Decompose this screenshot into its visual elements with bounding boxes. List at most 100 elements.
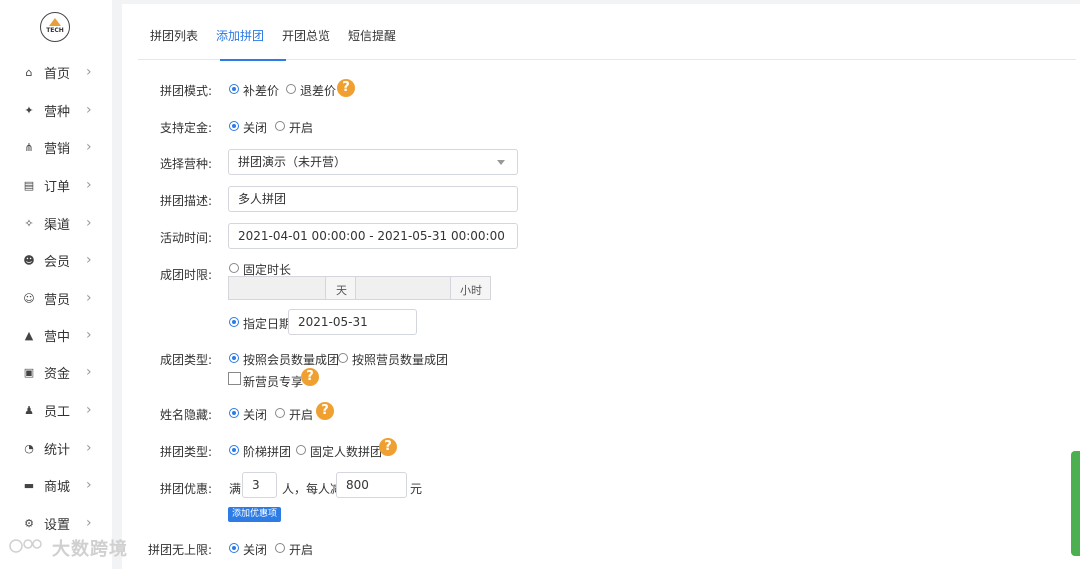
limit-date-radio[interactable] <box>229 317 239 327</box>
new-camper-label: 新营员专享 <box>243 375 304 389</box>
sidebar-item-1[interactable]: ✦ 营种 › <box>0 98 112 122</box>
sidebar-item-label: 营员 <box>44 292 71 308</box>
chevron-right-icon: › <box>86 290 92 306</box>
group-type-help-icon[interactable]: ? <box>301 368 319 386</box>
sidebar-item-9[interactable]: ♟ 员工 › <box>0 398 112 422</box>
time-label: 活动时间: <box>159 231 212 245</box>
gear-icon: ⚙ <box>24 516 34 530</box>
group-type-option-1: 按照营员数量成团 <box>352 353 449 367</box>
discount-suffix: 元 <box>410 482 423 496</box>
pt-type-radio-1[interactable] <box>296 445 306 455</box>
time-range-input[interactable]: 2021-04-01 00:00:00 - 2021-05-31 00:00:0… <box>228 223 518 249</box>
shop-icon: ▬ <box>23 478 35 492</box>
pt-type-label: 拼团类型: <box>159 445 212 459</box>
hide-name-option-1: 开启 <box>289 408 314 422</box>
active-tab-underline <box>220 59 286 61</box>
group-type-radio-0[interactable] <box>229 353 239 363</box>
tab-sms-reminder[interactable]: 短信提醒 <box>348 27 396 44</box>
deposit-radio-1[interactable] <box>275 121 285 131</box>
chevron-right-icon: › <box>86 252 92 268</box>
mode-help-icon[interactable]: ? <box>337 79 355 97</box>
clipboard-icon: ▤ <box>23 178 35 192</box>
limit-label: 成团时限: <box>159 268 212 282</box>
tab-bar: 拼团列表 添加拼团 开团总览 短信提醒 <box>138 4 1076 61</box>
chevron-right-icon: › <box>86 364 92 380</box>
sidebar-item-label: 资金 <box>44 366 71 382</box>
chevron-right-icon: › <box>86 402 92 418</box>
unlimited-option-0: 关闭 <box>243 543 268 557</box>
chevron-right-icon: › <box>86 64 92 80</box>
graduation-cap-icon: ✦ <box>24 103 34 117</box>
pie-chart-icon: ◔ <box>24 441 34 455</box>
mode-radio-1[interactable] <box>286 84 296 94</box>
sitemap-icon: ⋔ <box>24 140 34 154</box>
sidebar-item-label: 员工 <box>44 404 71 420</box>
camp-select[interactable]: 拼团演示（未开营） <box>228 149 518 175</box>
sidebar-item-4[interactable]: ✧ 渠道 › <box>0 211 112 235</box>
tab-add-group[interactable]: 添加拼团 <box>216 27 264 44</box>
discount-count-input[interactable]: 3 <box>242 472 277 498</box>
group-type-radio-1[interactable] <box>338 353 348 363</box>
hide-name-help-icon[interactable]: ? <box>316 402 334 420</box>
logo: TECH <box>40 12 70 42</box>
sidebar-item-3[interactable]: ▤ 订单 › <box>0 173 112 197</box>
unlimited-option-1: 开启 <box>289 543 314 557</box>
chevron-right-icon: › <box>86 215 92 231</box>
discount-amount-input[interactable]: 800 <box>336 472 407 498</box>
sidebar-item-11[interactable]: ▬ 商城 › <box>0 473 112 497</box>
hide-name-option-0: 关闭 <box>243 408 268 422</box>
handshake-icon: ✧ <box>24 216 34 230</box>
sidebar-item-2[interactable]: ⋔ 营销 › <box>0 135 112 159</box>
add-discount-button[interactable]: 添加优惠项 <box>228 507 282 522</box>
floating-side-tab[interactable] <box>1071 451 1080 556</box>
discount-label: 拼团优惠: <box>159 482 212 496</box>
logo-mountain-icon <box>49 18 61 26</box>
hide-name-radio-0[interactable] <box>229 408 239 418</box>
tab-group-list[interactable]: 拼团列表 <box>150 27 198 44</box>
sidebar-item-0[interactable]: ⌂ 首页 › <box>0 60 112 84</box>
pt-type-radio-0[interactable] <box>229 445 239 455</box>
discount-mid-text: 人，每人减 <box>282 482 343 496</box>
hide-name-label: 姓名隐藏: <box>159 408 212 422</box>
sidebar-item-label: 首页 <box>44 66 71 82</box>
camp-label: 选择营种: <box>159 157 212 171</box>
sidebar-item-label: 营销 <box>44 141 71 157</box>
limit-days-input[interactable] <box>228 276 326 300</box>
hour-unit-text: 小时 <box>460 284 482 297</box>
unlimited-radio-1[interactable] <box>275 543 285 553</box>
group-type-option-0: 按照会员数量成团 <box>243 353 340 367</box>
chevron-right-icon: › <box>86 327 92 343</box>
tent-icon: ▲ <box>24 328 34 342</box>
limit-hours-input[interactable] <box>355 276 451 300</box>
desc-input[interactable]: 多人拼团 <box>228 186 518 212</box>
limit-date-label: 指定日期 <box>243 317 292 331</box>
sidebar-item-7[interactable]: ▲ 营中 › <box>0 323 112 347</box>
deposit-label: 支持定金: <box>159 121 212 135</box>
sidebar-item-10[interactable]: ◔ 统计 › <box>0 436 112 460</box>
limit-fixed-radio[interactable] <box>229 263 239 273</box>
sidebar-item-8[interactable]: ▣ 资金 › <box>0 360 112 384</box>
user-group-icon: ☻ <box>23 253 35 267</box>
home-icon: ⌂ <box>25 65 33 79</box>
sidebar-item-label: 营种 <box>44 104 71 120</box>
pt-type-help-icon[interactable]: ? <box>379 438 397 456</box>
staff-icon: ♟ <box>24 403 34 417</box>
deposit-radio-0[interactable] <box>229 121 239 131</box>
mode-radio-0[interactable] <box>229 84 239 94</box>
deposit-option-1: 开启 <box>289 121 314 135</box>
sidebar-item-5[interactable]: ☻ 会员 › <box>0 248 112 272</box>
new-camper-checkbox[interactable] <box>228 372 241 385</box>
sidebar-item-6[interactable]: ☺ 营员 › <box>0 286 112 310</box>
sidebar-item-label: 统计 <box>44 442 71 458</box>
hide-name-radio-1[interactable] <box>275 408 285 418</box>
deposit-option-0: 关闭 <box>243 121 268 135</box>
tab-group-overview[interactable]: 开团总览 <box>282 27 330 44</box>
sidebar-item-label: 设置 <box>44 517 71 533</box>
limit-date-input[interactable]: 2021-05-31 <box>288 309 417 335</box>
limit-hours-unit: 小时 <box>450 276 491 300</box>
unlimited-radio-0[interactable] <box>229 543 239 553</box>
sidebar-item-label: 会员 <box>44 254 71 270</box>
chevron-right-icon: › <box>86 177 92 193</box>
sidebar-item-12[interactable]: ⚙ 设置 › <box>0 511 112 535</box>
camper-icon: ☺ <box>23 291 35 305</box>
